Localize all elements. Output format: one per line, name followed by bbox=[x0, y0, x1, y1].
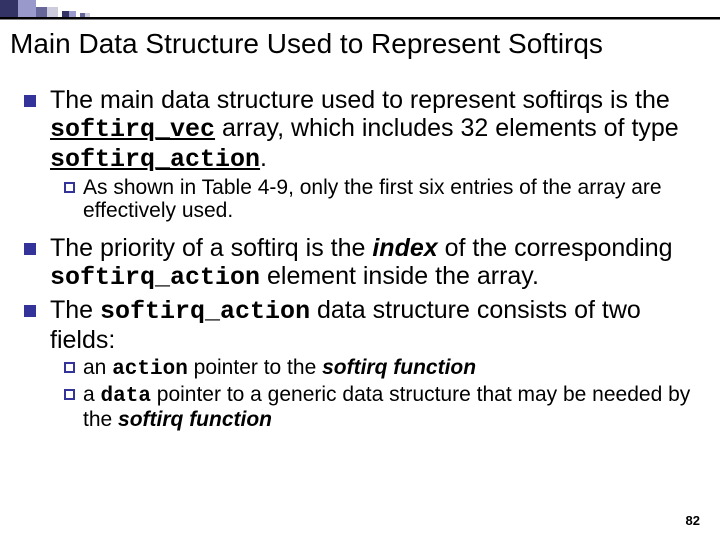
page-number: 82 bbox=[686, 513, 700, 528]
slide-title: Main Data Structure Used to Represent So… bbox=[10, 28, 603, 60]
bullet-3: The softirq_action data structure consis… bbox=[50, 296, 702, 354]
slide-body: The main data structure used to represen… bbox=[24, 86, 702, 435]
accent-squares bbox=[0, 0, 132, 18]
sub-bullet-1: As shown in Table 4-9, only the first si… bbox=[83, 176, 702, 222]
sub-bullet-3: a data pointer to a generic data structu… bbox=[83, 383, 702, 431]
bullet-icon bbox=[24, 95, 36, 107]
sub-bullet-icon bbox=[64, 182, 75, 193]
sub-bullet-icon bbox=[64, 389, 75, 400]
bullet-2: The priority of a softirq is the index o… bbox=[50, 234, 702, 292]
bullet-icon bbox=[24, 243, 36, 255]
sub-bullet-2: an action pointer to the softirq functio… bbox=[83, 356, 476, 381]
bullet-icon bbox=[24, 305, 36, 317]
bullet-1: The main data structure used to represen… bbox=[50, 86, 702, 174]
horizontal-rule bbox=[0, 17, 720, 19]
sub-bullet-icon bbox=[64, 362, 75, 373]
